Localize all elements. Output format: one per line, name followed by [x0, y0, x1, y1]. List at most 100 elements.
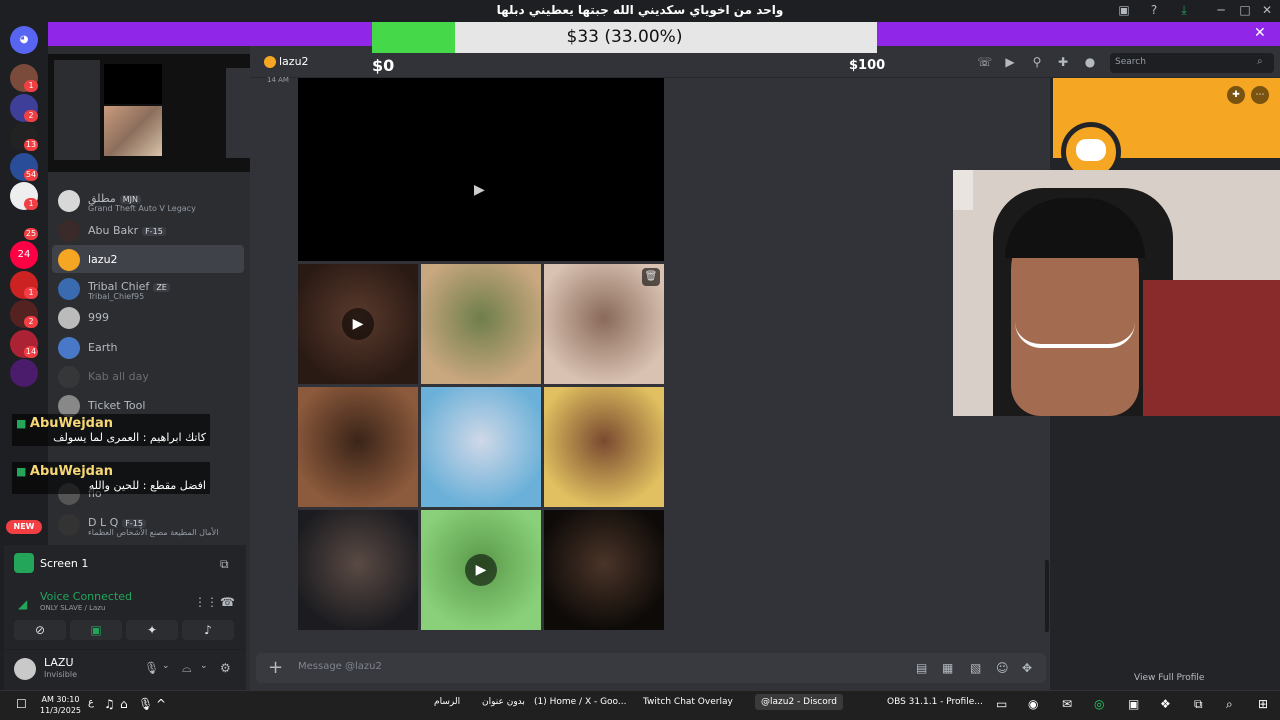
video-attachment[interactable]: ▶ [298, 78, 664, 261]
search-input[interactable]: Search [1110, 53, 1274, 73]
video-call-icon[interactable]: ▶ [1003, 55, 1017, 69]
help-icon[interactable]: ? [1145, 3, 1163, 19]
username[interactable]: LAZU [44, 656, 74, 669]
apps-icon[interactable]: ✥ [1022, 661, 1032, 675]
video-thumbnail[interactable]: ▶ [298, 264, 418, 384]
photo-thumbnail[interactable]: 🗑 [544, 264, 664, 384]
task-view-icon[interactable]: ⧉ [1194, 697, 1203, 712]
activities-button[interactable]: ✦ [126, 620, 178, 640]
attach-plus-icon[interactable]: + [268, 657, 283, 678]
dm-item[interactable]: Abu Bakr F-15 [52, 216, 244, 244]
disconnect-icon[interactable]: ☎ [220, 595, 235, 609]
whatsapp-icon[interactable]: ◎ [1094, 697, 1104, 711]
maximize-button[interactable]: □ [1236, 3, 1254, 19]
user-status: Invisible [44, 670, 77, 679]
message-composer[interactable]: + Message @lazu2 ▤ ▦ ▧ ☺ ✥ [256, 653, 1046, 683]
photo-thumbnail[interactable] [298, 387, 418, 507]
taskbar-app-twitch-overlay[interactable]: Twitch Chat Overlay [643, 697, 733, 707]
emoji-icon[interactable]: ☺ [996, 661, 1009, 675]
avatar[interactable] [14, 658, 36, 680]
add-friends-icon[interactable]: ✚ [1056, 55, 1070, 69]
soundboard-button[interactable]: ♪ [182, 620, 234, 640]
file-explorer-icon[interactable]: ▭ [996, 697, 1007, 711]
taskbar-app-paint[interactable]: الرسام [434, 697, 460, 707]
donation-progress: $33 (33.00%) [372, 22, 877, 53]
close-button[interactable]: ✕ [1258, 3, 1276, 19]
notifications-icon[interactable]: ☐ [16, 697, 27, 711]
dm-name: Kab all day [88, 370, 149, 383]
photo-thumbnail[interactable] [544, 387, 664, 507]
voice-status[interactable]: Voice Connected [40, 590, 132, 603]
edge-icon[interactable]: ◉ [1028, 697, 1038, 711]
start-icon[interactable]: ⊞ [1258, 697, 1268, 711]
view-full-profile-link[interactable]: View Full Profile [1134, 673, 1204, 683]
search-icon[interactable]: ⌕ [1226, 697, 1233, 712]
dm-item[interactable]: 999 [52, 303, 244, 331]
noise-icon[interactable]: ⋮⋮ [194, 595, 218, 609]
chat-scrollbar[interactable] [1045, 560, 1049, 632]
server-tag: F-15 [122, 519, 146, 528]
discord-home-icon[interactable]: ◕ [10, 26, 38, 54]
clock[interactable]: AM 30:10 11/3/2025 [40, 694, 81, 716]
gif-icon[interactable]: ▦ [942, 661, 953, 675]
dm-item[interactable]: lazu2 [52, 245, 244, 273]
inbox-icon[interactable]: ▣ [1115, 3, 1133, 19]
taskbar-app-obs[interactable]: OBS 31.1.1 - Profile... [887, 697, 983, 707]
more-options-icon[interactable]: ⋯ [1251, 86, 1269, 104]
gift-icon[interactable]: ▤ [916, 661, 927, 675]
camera-toggle-button[interactable]: ⊘ [14, 620, 66, 640]
dm-name: lazu2 [88, 253, 118, 266]
dm-item[interactable]: Tribal Chief ZE Tribal_Chief95 [52, 274, 244, 302]
popout-icon[interactable]: ⧉ [220, 557, 229, 572]
dm-item[interactable]: D L Q F-15 الأمال المطيعة مصنع الأشخاص الع… [52, 510, 244, 538]
copilot-icon[interactable]: ❖ [1160, 697, 1171, 711]
sticker-icon[interactable]: ▧ [970, 661, 981, 675]
video-thumbnail[interactable]: ▶ [421, 510, 541, 630]
language-indicator[interactable]: ع [88, 697, 94, 708]
play-icon[interactable]: ▶ [342, 308, 374, 340]
photo-thumbnail[interactable] [298, 510, 418, 630]
close-icon[interactable]: ✕ [1254, 25, 1266, 41]
user-profile-icon[interactable]: ● [1083, 55, 1097, 69]
chevron-down-icon[interactable]: ⌄ [200, 661, 208, 671]
store-icon[interactable]: ▣ [1128, 697, 1139, 711]
minimize-button[interactable]: ─ [1212, 3, 1230, 19]
pin-icon[interactable]: ⚲ [1030, 55, 1044, 69]
dm-item[interactable]: مطلق MJN Grand Theft Auto V Legacy [52, 186, 244, 214]
message-input[interactable]: Message @lazu2 [298, 661, 382, 672]
dm-item[interactable]: Earth [52, 333, 244, 361]
play-icon[interactable]: ▶ [474, 182, 485, 198]
headphones-icon[interactable]: ⌓ [182, 661, 192, 676]
wall [953, 170, 973, 210]
taskbar-app-discord[interactable]: @lazu2 - Discord [755, 694, 843, 710]
photo-thumbnail[interactable] [421, 387, 541, 507]
voice-channel[interactable]: ONLY SLAVE / Lazu [40, 604, 105, 612]
stream-preview[interactable] [48, 54, 266, 172]
microphone-icon[interactable]: 🎙 [144, 661, 159, 675]
chevron-down-icon[interactable]: ⌄ [162, 661, 170, 671]
photo-thumbnail[interactable] [544, 510, 664, 630]
server-icon[interactable] [10, 359, 38, 387]
share-screen-button[interactable]: ▣ [70, 620, 122, 640]
download-icon[interactable]: ⤓ [1175, 3, 1193, 19]
outlook-icon[interactable]: ✉ [1062, 697, 1072, 711]
taskbar-app-chrome-x[interactable]: (1) Home / X - Goo... [534, 697, 627, 707]
screen-share-icon [14, 553, 34, 573]
phone-call-icon[interactable]: ☏ [977, 55, 992, 69]
taskbar-app-untitled[interactable]: بدون عنوان [482, 697, 525, 707]
dm-item[interactable]: Kab all day [52, 362, 244, 390]
speaker-icon[interactable]: ♫ [104, 697, 115, 711]
network-icon[interactable]: ⌂ [120, 697, 128, 711]
divider [4, 649, 246, 650]
add-friend-icon[interactable]: ✚ [1227, 86, 1245, 104]
dm-name: Ticket Tool [88, 399, 146, 412]
settings-gear-icon[interactable]: ⚙ [220, 661, 231, 675]
server-icon[interactable]: 24 [10, 241, 38, 269]
delete-icon[interactable]: 🗑 [642, 268, 660, 286]
tray-chevron-icon[interactable]: ^ [156, 697, 166, 711]
play-icon[interactable]: ▶ [465, 554, 497, 586]
dm-name[interactable]: lazu2 [279, 55, 309, 68]
photo-thumbnail[interactable] [421, 264, 541, 384]
microphone-icon[interactable]: 🎙 [138, 697, 153, 711]
unread-badge: 54 [24, 168, 38, 181]
